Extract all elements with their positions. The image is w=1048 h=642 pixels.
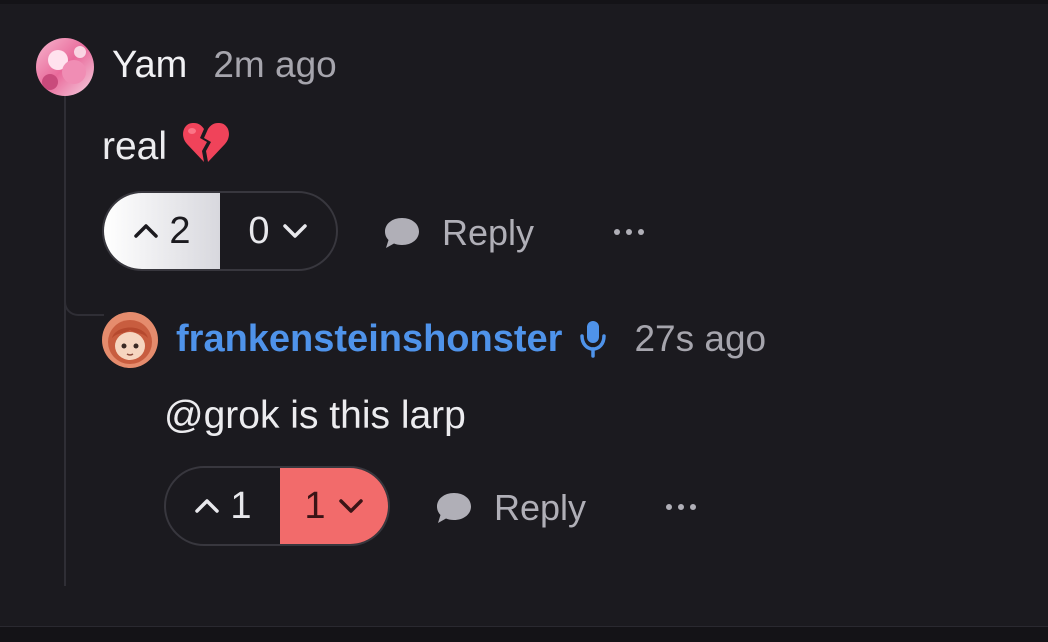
reply-button[interactable]: Reply: [382, 212, 534, 254]
chevron-up-icon: [195, 499, 220, 513]
downvote-count: 1: [304, 484, 326, 527]
dot: [666, 504, 672, 510]
comment-text: @grok is this larp: [164, 394, 466, 437]
reply-label: Reply: [494, 487, 587, 528]
avatar[interactable]: [102, 312, 158, 368]
dot: [626, 229, 632, 235]
comment-body: real: [102, 120, 231, 174]
chevron-down-icon: [338, 499, 363, 513]
dot: [614, 229, 620, 235]
mic-icon: [578, 318, 608, 365]
vote-control: 1 1: [164, 466, 390, 546]
upvote-count: 1: [230, 484, 252, 527]
reply-button[interactable]: Reply: [434, 487, 586, 529]
username[interactable]: Yam: [112, 44, 187, 87]
vote-control: 2 0: [102, 191, 338, 271]
dot: [690, 504, 696, 510]
upvote-button[interactable]: 1: [166, 468, 280, 544]
bottom-divider: [0, 626, 1048, 642]
reply-connector: [64, 286, 104, 316]
reply-label: Reply: [442, 212, 535, 253]
dot: [638, 229, 644, 235]
upvote-count: 2: [169, 209, 191, 252]
top-divider: [0, 0, 1048, 4]
thread-line[interactable]: [64, 96, 66, 586]
speech-bubble-icon: [437, 493, 471, 523]
comment-text: real: [102, 125, 168, 168]
timestamp: 2m ago: [213, 44, 337, 85]
downvote-button[interactable]: 0: [220, 193, 336, 269]
speech-bubble-icon: [385, 218, 419, 248]
more-options-button[interactable]: [666, 504, 696, 510]
chevron-down-icon: [282, 224, 307, 238]
comment-header: Yam 2m ago: [112, 44, 337, 87]
upvote-button[interactable]: 2: [104, 193, 220, 269]
chevron-up-icon: [134, 224, 159, 238]
avatar-image: [102, 312, 158, 368]
downvote-button[interactable]: 1: [280, 468, 388, 544]
avatar[interactable]: [36, 38, 94, 96]
username[interactable]: frankensteinshonster: [176, 318, 562, 361]
more-options-button[interactable]: [614, 229, 644, 235]
broken-heart-icon: [181, 120, 231, 174]
comment-body: @grok is this larp: [164, 394, 466, 438]
avatar-image: [36, 38, 94, 96]
timestamp: 27s ago: [634, 318, 767, 359]
dot: [678, 504, 684, 510]
comment-header: frankensteinshonster 27s ago: [176, 318, 766, 365]
downvote-count: 0: [248, 209, 270, 252]
